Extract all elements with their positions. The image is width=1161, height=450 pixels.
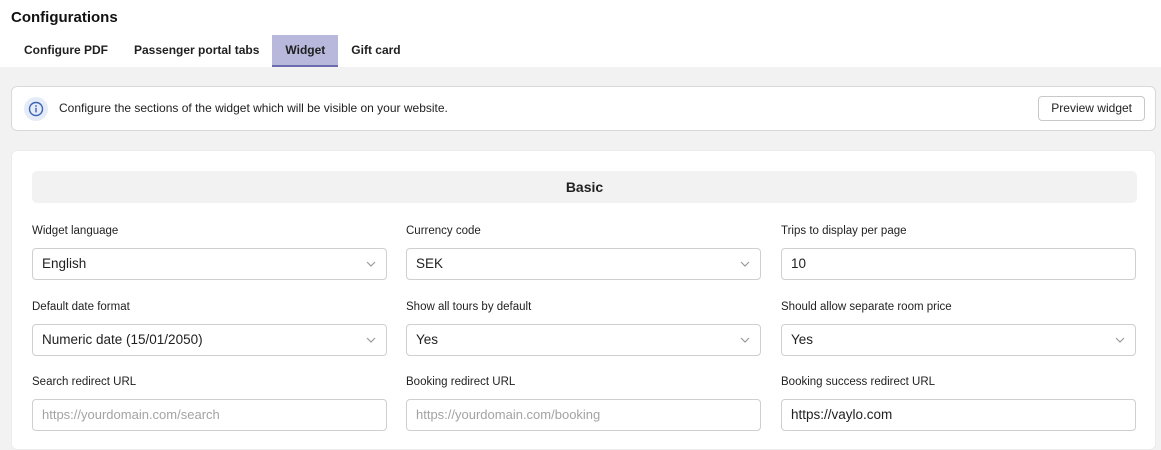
currency-code-select[interactable]: SEK — [406, 248, 761, 280]
show-all-tours-field: Show all tours by default Yes — [406, 300, 761, 356]
separate-room-price-select[interactable]: Yes — [781, 324, 1136, 356]
chevron-down-icon — [740, 261, 750, 267]
widget-language-field: Widget language English — [32, 224, 387, 280]
booking-success-redirect-field: Booking success redirect URL https://vay… — [781, 375, 1136, 431]
info-icon — [24, 97, 48, 121]
field-label: Search redirect URL — [32, 376, 137, 388]
field-label: Show all tours by default — [406, 301, 532, 313]
show-all-tours-select[interactable]: Yes — [406, 324, 761, 356]
separate-room-price-field: Should allow separate room price Yes — [781, 300, 1136, 356]
tab-configure-pdf[interactable]: Configure PDF — [11, 35, 121, 67]
chevron-down-icon — [1115, 337, 1125, 343]
field-label: Should allow separate room price — [781, 301, 952, 313]
date-format-field: Default date format Numeric date (15/01/… — [32, 300, 387, 356]
info-banner: Configure the sections of the widget whi… — [11, 86, 1156, 131]
field-label: Currency code — [406, 225, 481, 237]
basic-settings-card: Basic Widget language English Currency c… — [11, 150, 1156, 450]
widget-language-select[interactable]: English — [32, 248, 387, 280]
search-redirect-field: Search redirect URL https://yourdomain.c… — [32, 375, 387, 431]
section-title: Basic — [32, 171, 1137, 203]
tab-widget[interactable]: Widget — [272, 35, 339, 67]
field-label: Booking success redirect URL — [781, 376, 936, 388]
field-label: Booking redirect URL — [406, 376, 516, 388]
booking-success-redirect-input[interactable]: https://vaylo.com — [781, 399, 1136, 431]
field-label: Trips to display per page — [781, 225, 907, 237]
preview-widget-button[interactable]: Preview widget — [1038, 96, 1145, 121]
tab-gift-card[interactable]: Gift card — [338, 35, 413, 67]
date-format-select[interactable]: Numeric date (15/01/2050) — [32, 324, 387, 356]
chevron-down-icon — [366, 261, 376, 267]
top-header: Configurations Configure PDF Passenger p… — [0, 0, 1161, 67]
select-value: Numeric date (15/01/2050) — [42, 332, 203, 347]
tab-passenger-portal-tabs[interactable]: Passenger portal tabs — [121, 35, 272, 67]
search-redirect-input[interactable]: https://yourdomain.com/search — [32, 399, 387, 431]
select-value: Yes — [416, 332, 439, 347]
page-title: Configurations — [11, 9, 118, 26]
booking-redirect-field: Booking redirect URL https://yourdomain.… — [406, 375, 761, 431]
trips-per-page-field: Trips to display per page 10 — [781, 224, 1136, 280]
select-value: Yes — [791, 332, 814, 347]
currency-code-field: Currency code SEK — [406, 224, 761, 280]
select-value: SEK — [416, 256, 444, 271]
field-label: Widget language — [32, 225, 119, 237]
booking-redirect-input[interactable]: https://yourdomain.com/booking — [406, 399, 761, 431]
field-label: Default date format — [32, 301, 130, 313]
info-text: Configure the sections of the widget whi… — [59, 101, 448, 115]
chevron-down-icon — [366, 337, 376, 343]
tab-bar: Configure PDF Passenger portal tabs Widg… — [11, 35, 414, 67]
trips-per-page-input[interactable]: 10 — [781, 248, 1136, 280]
chevron-down-icon — [740, 337, 750, 343]
select-value: English — [42, 256, 87, 271]
